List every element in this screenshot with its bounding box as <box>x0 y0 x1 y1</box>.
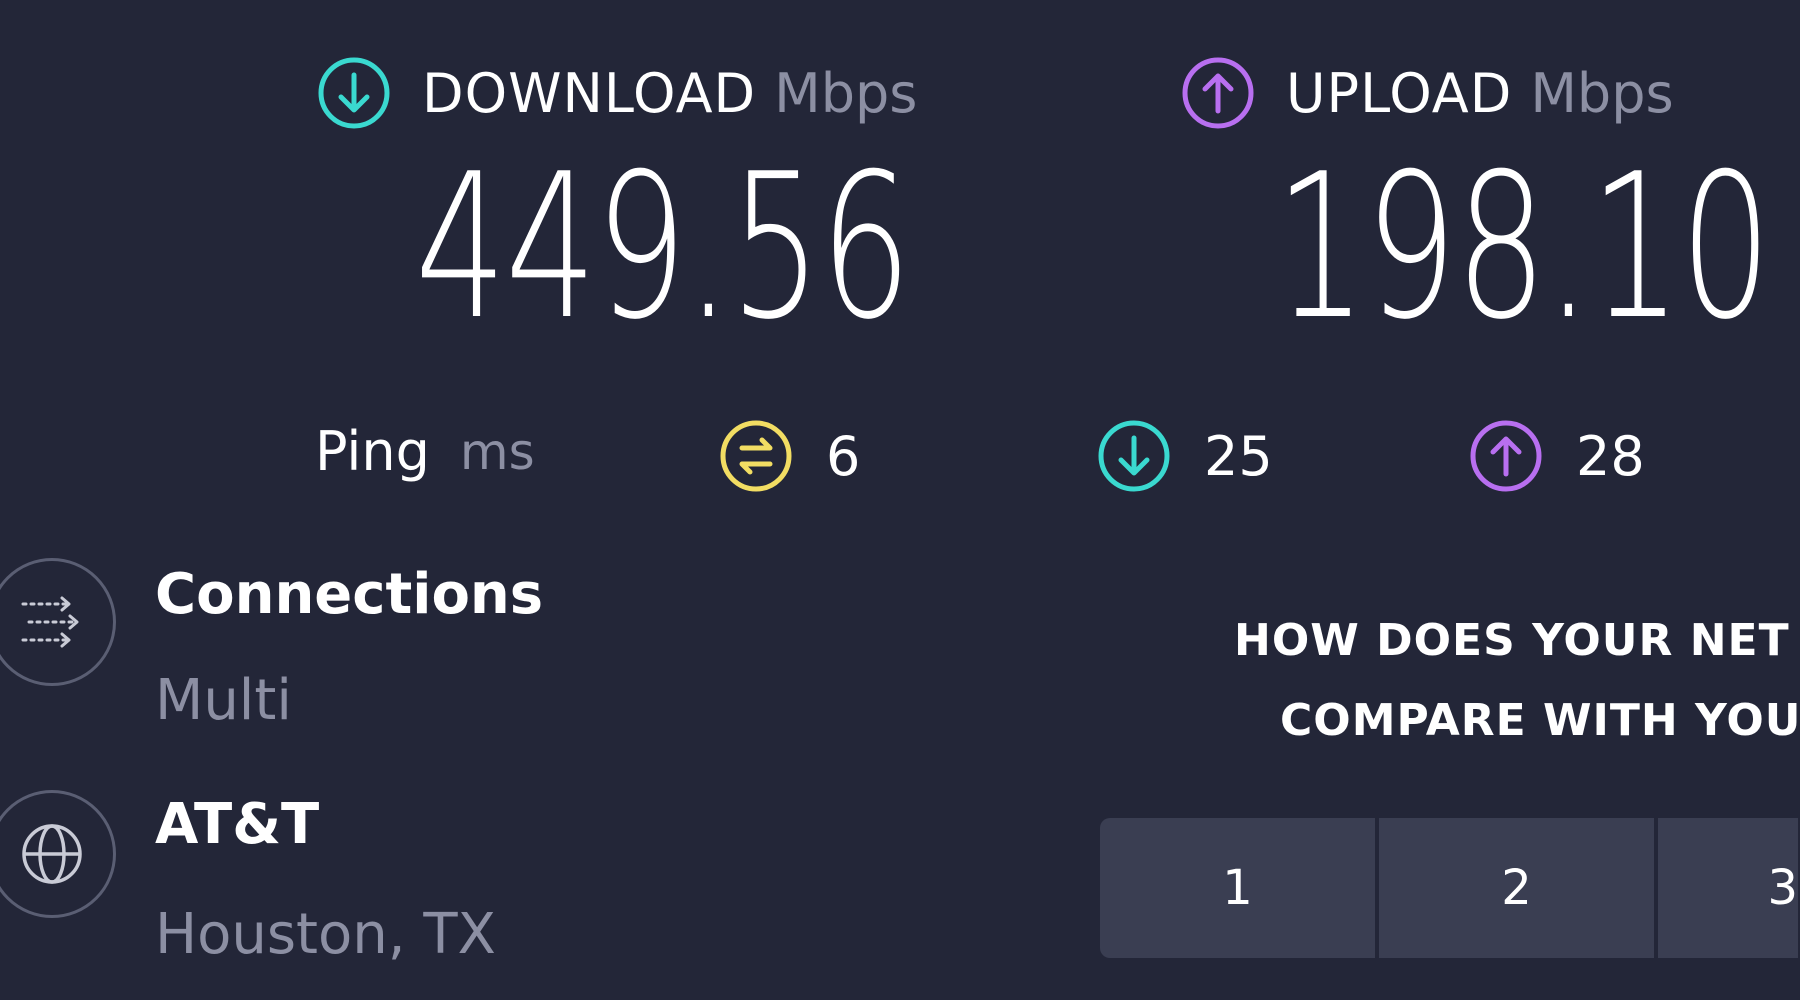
upload-unit: Mbps <box>1530 61 1674 125</box>
idle-latency: 6 <box>718 418 860 494</box>
provider-row[interactable] <box>0 790 116 918</box>
connections-row[interactable] <box>0 558 116 686</box>
download-unit: Mbps <box>774 61 918 125</box>
connections-title: Connections <box>155 562 544 627</box>
upload-arrow-icon <box>1180 55 1256 131</box>
download-label: DOWNLOAD <box>422 61 757 125</box>
compare-question-line2: COMPARE WITH YOU <box>1280 695 1800 746</box>
connections-value: Multi <box>155 668 292 733</box>
upload-latency: 28 <box>1468 418 1645 494</box>
speedtest-results: DOWNLOAD Mbps 449.56 UPLOAD Mbps 198.10 Pi… <box>0 0 1800 1000</box>
download-speed-value: 449.56 <box>415 131 912 364</box>
rating-scale: 1 2 3 <box>1100 818 1798 958</box>
connections-icon[interactable] <box>0 558 116 686</box>
download-header: DOWNLOAD Mbps <box>316 55 917 131</box>
rating-button-3[interactable]: 3 <box>1658 818 1798 958</box>
rating-button-1[interactable]: 1 <box>1100 818 1375 958</box>
download-latency-value: 25 <box>1204 424 1273 488</box>
upload-header: UPLOAD Mbps <box>1180 55 1674 131</box>
download-arrow-icon <box>316 55 392 131</box>
upload-latency-icon <box>1468 418 1544 494</box>
provider-name: AT&T <box>155 792 320 857</box>
ping-label-group: Ping ms <box>315 420 535 483</box>
upload-label: UPLOAD <box>1286 61 1513 125</box>
compare-question-line1: HOW DOES YOUR NET <box>1234 615 1790 666</box>
idle-latency-value: 6 <box>826 424 861 488</box>
download-latency: 25 <box>1096 418 1273 494</box>
ping-label: Ping <box>315 420 430 483</box>
idle-latency-icon <box>718 418 794 494</box>
download-latency-icon <box>1096 418 1172 494</box>
upload-speed-value: 198.10 <box>1275 131 1772 364</box>
rating-button-2[interactable]: 2 <box>1379 818 1654 958</box>
provider-location: Houston, TX <box>155 902 496 967</box>
globe-icon[interactable] <box>0 790 116 918</box>
ping-unit: ms <box>459 422 535 481</box>
upload-latency-value: 28 <box>1576 424 1645 488</box>
